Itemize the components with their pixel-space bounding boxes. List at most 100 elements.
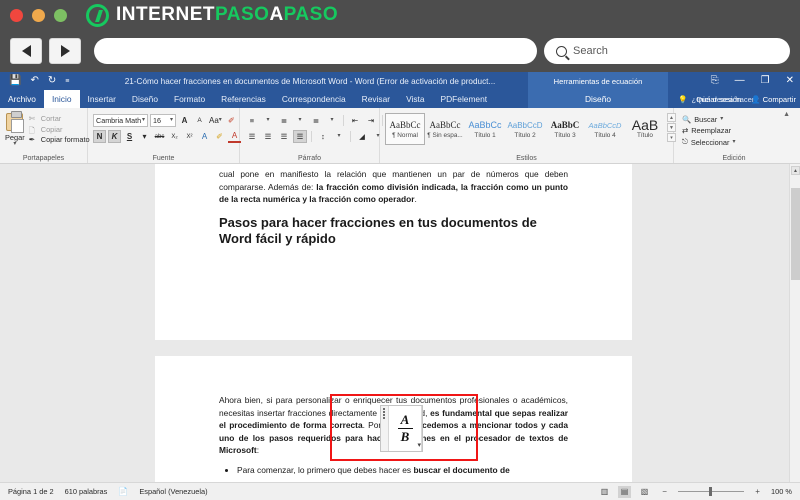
chevron-down-icon[interactable]: ▾	[170, 117, 173, 123]
proofing-errors-icon[interactable]: 📄	[118, 487, 128, 496]
chevron-down-icon[interactable]: ▾	[325, 114, 339, 127]
minimize-icon[interactable]: —	[735, 76, 745, 86]
language-indicator[interactable]: Español (Venezuela)	[139, 487, 207, 496]
zoom-level-label[interactable]: 100 %	[771, 487, 792, 496]
word-count[interactable]: 610 palabras	[65, 487, 108, 496]
web-layout-view-button[interactable]: ▧	[638, 486, 651, 498]
chevron-down-icon[interactable]: ▾	[332, 130, 346, 143]
chevron-down-icon[interactable]: ▾	[261, 114, 275, 127]
shading-icon[interactable]: ◢	[355, 130, 369, 143]
align-left-icon[interactable]: ☰	[245, 130, 259, 143]
font-name-input[interactable]: Cambria Math ▾	[93, 114, 148, 127]
font-size-input[interactable]: 16 ▾	[150, 114, 176, 127]
save-icon[interactable]: 💾	[9, 76, 21, 86]
close-icon[interactable]: ✕	[786, 76, 794, 86]
style-sin-espaciado[interactable]: AaBbCc ¶ Sin espa...	[425, 113, 465, 145]
decrease-indent-icon[interactable]: ⇤	[348, 114, 362, 127]
scrollbar-thumb[interactable]	[791, 188, 800, 280]
search-box[interactable]: Search	[544, 38, 790, 64]
change-case-button[interactable]: Aa ▾	[208, 114, 223, 127]
forward-button[interactable]	[49, 38, 81, 64]
increase-indent-icon[interactable]: ⇥	[364, 114, 378, 127]
print-layout-view-button[interactable]: ▤	[618, 485, 632, 498]
grow-font-button[interactable]: A	[178, 114, 191, 127]
equation-content-control[interactable]: A B ▾	[380, 405, 423, 452]
tab-pdfelement[interactable]: PDFelement	[433, 90, 496, 108]
multilevel-list-icon[interactable]: ≣	[309, 114, 323, 127]
justify-icon[interactable]: ☰	[293, 130, 307, 143]
bullets-icon[interactable]: ≡	[245, 114, 259, 127]
numbering-icon[interactable]: ≣	[277, 114, 291, 127]
strikethrough-button[interactable]: abc	[153, 130, 166, 143]
find-button[interactable]: 🔍 Buscar ▾	[682, 115, 736, 124]
clear-formatting-icon[interactable]: ✐	[225, 114, 238, 127]
underline-button[interactable]: S	[123, 130, 136, 143]
italic-button[interactable]: K	[108, 130, 121, 143]
tab-correspondencia[interactable]: Correspondencia	[274, 90, 354, 108]
tab-inicio[interactable]: Inicio	[43, 90, 80, 108]
line-spacing-icon[interactable]: ↕	[316, 130, 330, 143]
scroll-up-icon[interactable]: ▲	[791, 166, 800, 175]
customize-qat-icon[interactable]: ≡	[65, 78, 69, 85]
tab-referencias[interactable]: Referencias	[213, 90, 274, 108]
sign-in-link[interactable]: Iniciar sesión	[697, 95, 741, 104]
read-mode-view-button[interactable]: ▥	[598, 486, 611, 498]
undo-icon[interactable]: ↶	[30, 76, 38, 86]
style-normal[interactable]: AaBbCc ¶ Normal	[385, 113, 425, 145]
back-button[interactable]	[10, 38, 42, 64]
window-zoom-button[interactable]	[54, 8, 67, 22]
cut-button[interactable]: ✄ Cortar	[29, 114, 90, 123]
tab-revisar[interactable]: Revisar	[354, 90, 398, 108]
collapse-ribbon-icon[interactable]: ▲	[783, 111, 790, 118]
search-input[interactable]: Search	[573, 45, 608, 57]
zoom-slider[interactable]	[678, 486, 745, 498]
window-close-button[interactable]	[10, 8, 23, 22]
tab-insertar[interactable]: Insertar	[80, 90, 124, 108]
redo-icon[interactable]: ↻	[48, 76, 56, 86]
zoom-slider-knob[interactable]	[709, 487, 713, 496]
equation-options-chevron-down-icon[interactable]: ▾	[417, 441, 421, 449]
bold-button[interactable]: N	[93, 130, 106, 143]
restore-icon[interactable]: ❐	[761, 76, 770, 86]
group-label-paragraph: Párrafo	[298, 155, 321, 162]
window-minimize-button[interactable]	[32, 8, 45, 22]
page-indicator[interactable]: Página 1 de 2	[8, 487, 54, 496]
document-canvas[interactable]: cual pone en manifiesto la relación que …	[0, 164, 800, 482]
text-effects-icon[interactable]: A	[198, 130, 211, 143]
chevron-down-icon[interactable]: ▾	[219, 117, 222, 123]
tab-diseno[interactable]: Diseño	[124, 90, 166, 108]
zoom-out-button[interactable]: −	[658, 486, 671, 498]
tab-formato[interactable]: Formato	[166, 90, 213, 108]
format-painter-button[interactable]: ✒ Copiar formato	[29, 135, 90, 144]
copy-button[interactable]: 🗋 Copiar	[29, 125, 90, 135]
chevron-down-icon[interactable]: ▾	[720, 116, 723, 122]
superscript-button[interactable]: X²	[183, 130, 196, 143]
ribbon-display-options-icon[interactable]: ⎘	[711, 76, 719, 86]
tab-archivo[interactable]: Archivo	[0, 90, 44, 108]
document-vertical-scrollbar[interactable]: ▲	[789, 164, 800, 482]
shrink-font-button[interactable]: A	[193, 114, 206, 127]
style-titulo-2[interactable]: AaBbCcD Título 2	[505, 113, 545, 145]
zoom-in-button[interactable]: +	[751, 486, 764, 498]
chevron-down-icon[interactable]: ▾	[138, 130, 151, 143]
subscript-button[interactable]: X₂	[168, 130, 181, 143]
tab-equation-design[interactable]: Diseño	[528, 90, 668, 108]
style-titulo-4[interactable]: AaBbCcD Título 4	[585, 113, 625, 145]
tab-vista[interactable]: Vista	[398, 90, 432, 108]
styles-gallery: AaBbCc ¶ Normal AaBbCc ¶ Sin espa... AaB…	[385, 112, 678, 145]
share-button[interactable]: 👤 Compartir	[751, 95, 796, 104]
style-titulo-1[interactable]: AaBbCc Título 1	[465, 113, 505, 145]
align-center-icon[interactable]: ☰	[261, 130, 275, 143]
style-titulo-3[interactable]: AaBbC Título 3	[545, 113, 585, 145]
highlight-icon[interactable]: ✐	[213, 130, 226, 143]
chevron-down-icon[interactable]: ▾	[293, 114, 307, 127]
paste-button[interactable]: Pegar ▾	[5, 111, 25, 147]
align-right-icon[interactable]: ☰	[277, 130, 291, 143]
style-titulo[interactable]: AaB Título	[625, 113, 665, 145]
chevron-down-icon[interactable]: ▾	[142, 117, 145, 123]
chevron-down-icon[interactable]: ▾	[13, 141, 16, 147]
select-button[interactable]: ⎋ Seleccionar ▾	[682, 137, 736, 147]
chevron-down-icon[interactable]: ▾	[732, 139, 735, 145]
address-bar-input[interactable]	[94, 38, 537, 64]
replace-button[interactable]: ⇄ Reemplazar	[682, 126, 736, 135]
